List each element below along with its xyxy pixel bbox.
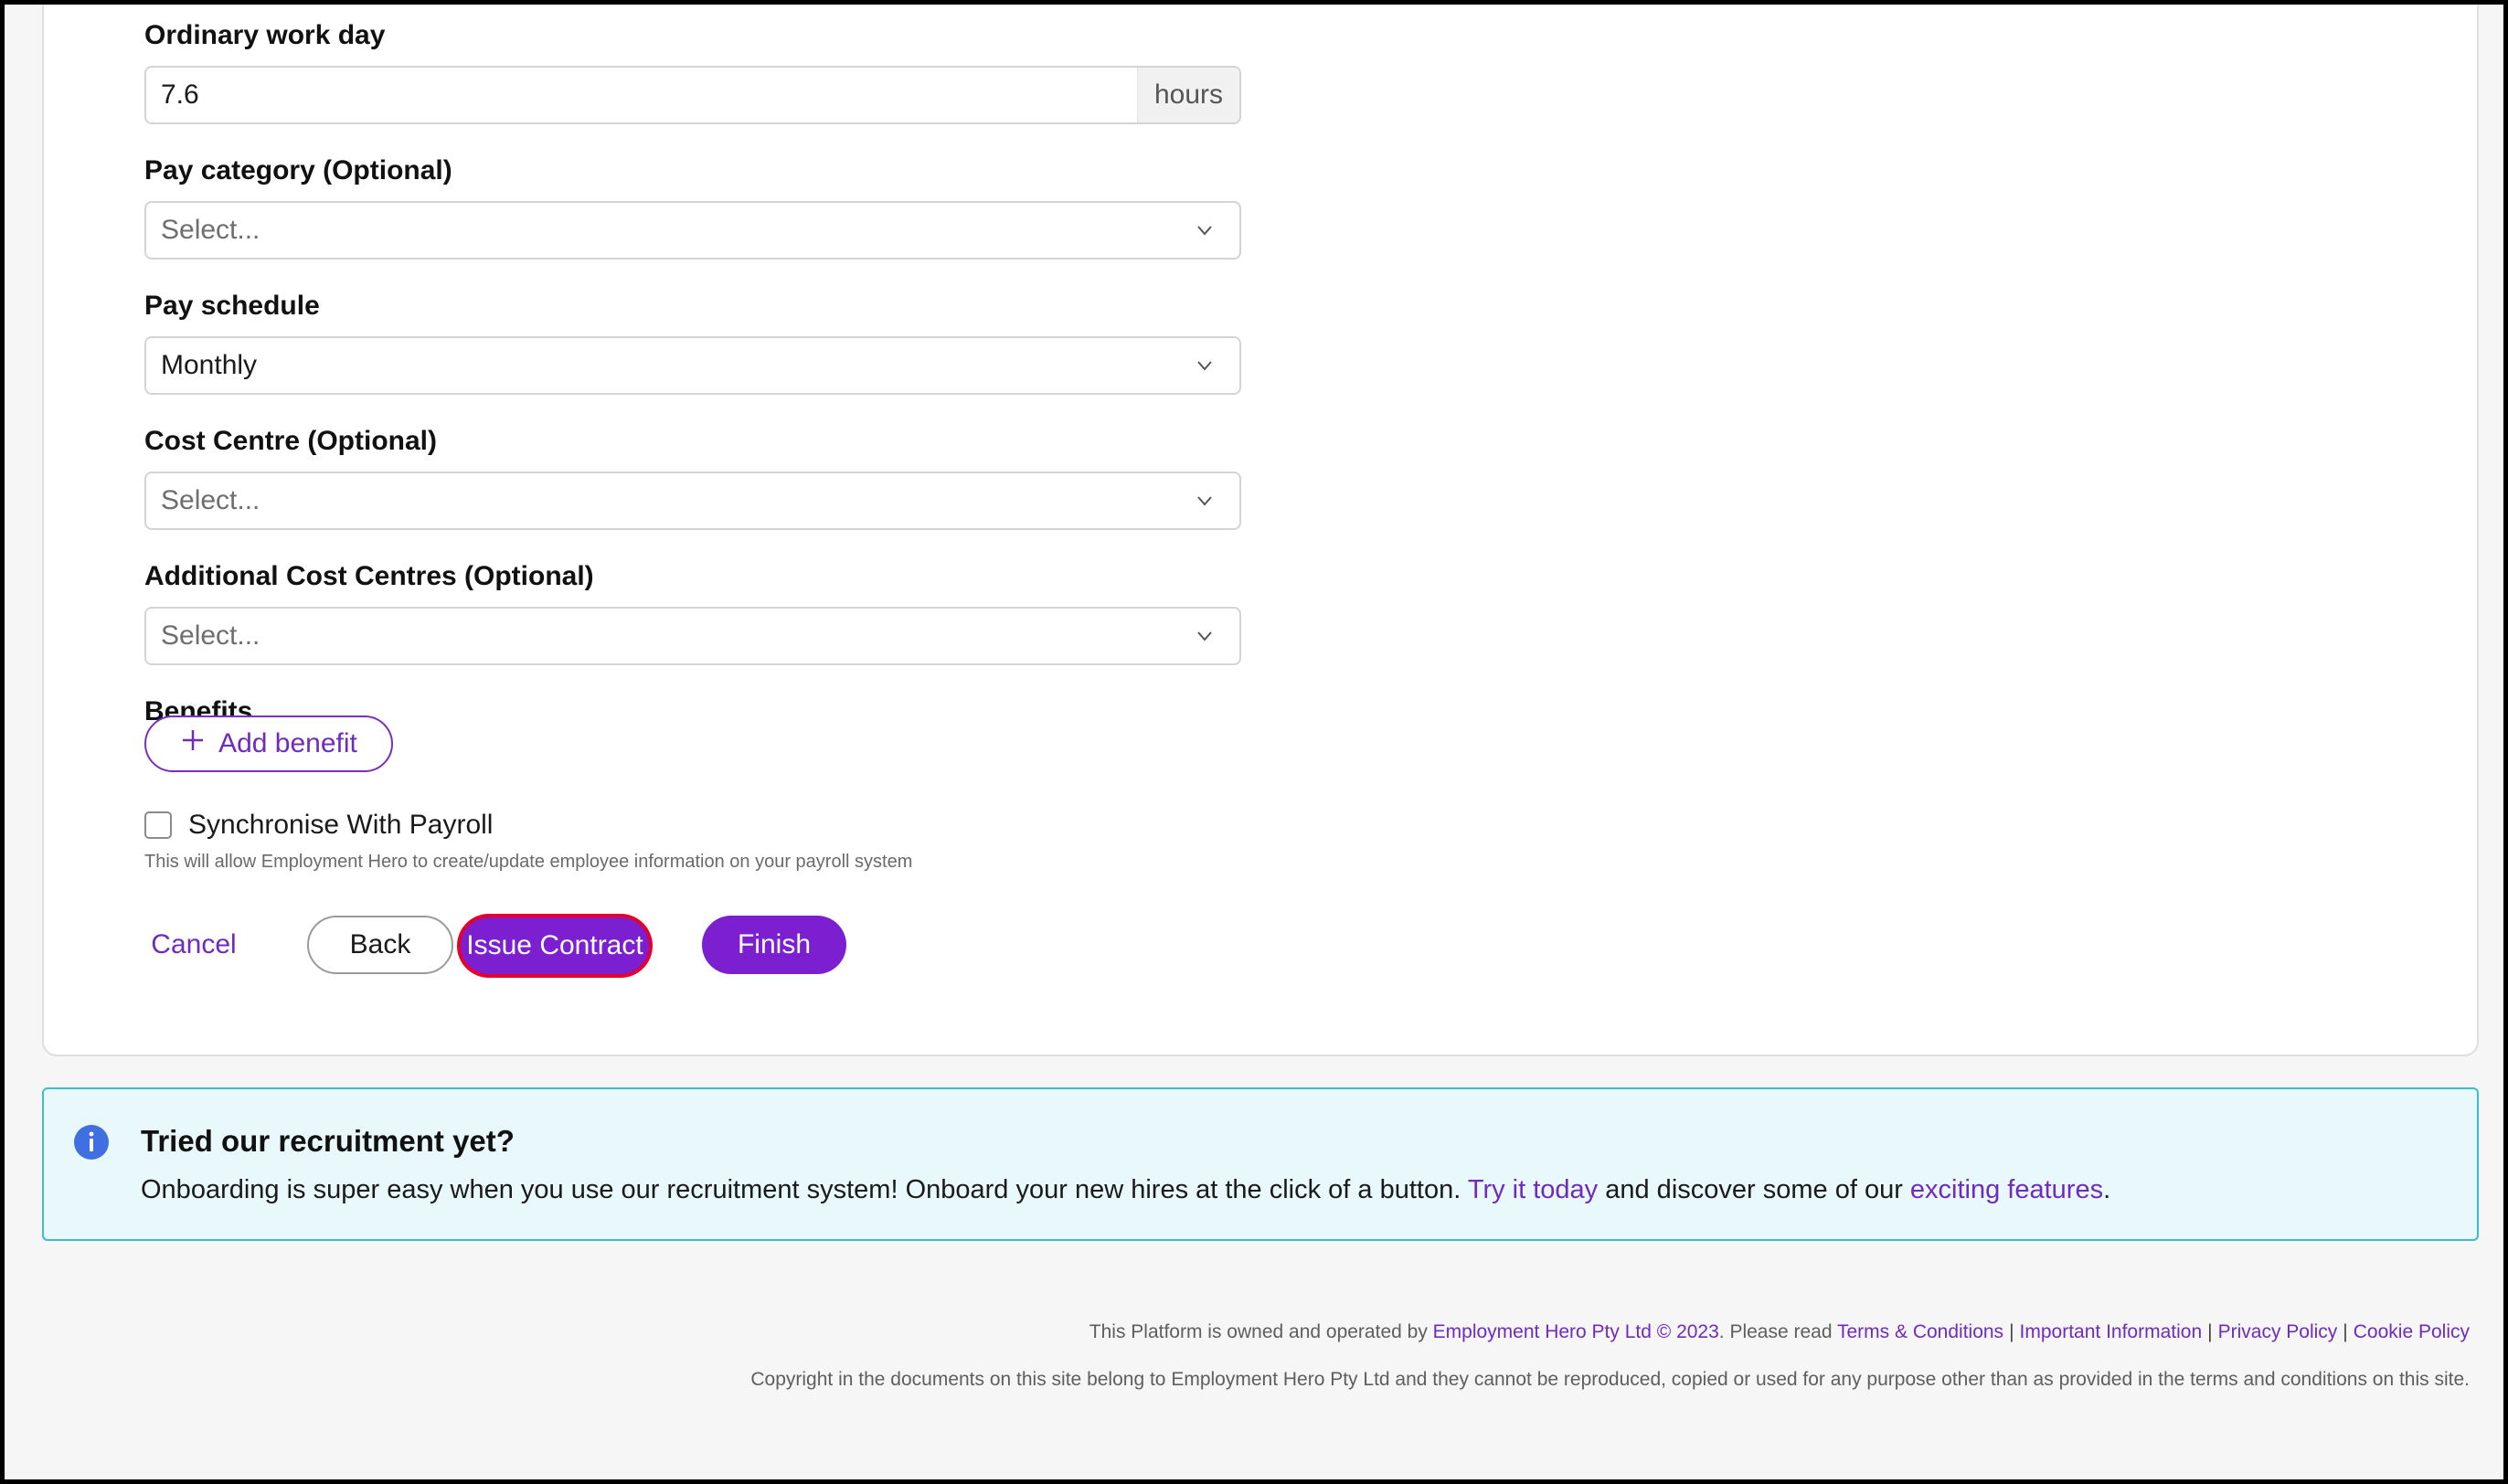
footer-read-text: . Please read <box>1718 1321 1837 1342</box>
add-benefit-label: Add benefit <box>218 728 357 758</box>
pay-schedule-value: Monthly <box>161 350 258 380</box>
plus-icon <box>180 727 206 760</box>
synchronise-payroll-label[interactable]: Synchronise With Payroll <box>188 810 493 841</box>
pay-category-placeholder: Select... <box>161 215 260 245</box>
ordinary-work-day-input[interactable]: 7.6 hours <box>144 66 1241 124</box>
cost-centre-placeholder: Select... <box>161 485 260 515</box>
banner-text-part: Onboarding is super easy when you use ou… <box>141 1175 1468 1204</box>
recruitment-banner: Tried our recruitment yet? Onboarding is… <box>42 1087 2479 1241</box>
finish-button[interactable]: Finish <box>702 916 846 974</box>
additional-cost-centres-label: Additional Cost Centres (Optional) <box>144 561 594 591</box>
pay-category-select[interactable]: Select... <box>144 201 1241 260</box>
important-information-link[interactable]: Important Information <box>2020 1321 2203 1342</box>
add-benefit-button[interactable]: Add benefit <box>144 716 393 772</box>
banner-text-part: and discover some of our <box>1598 1175 1910 1204</box>
banner-title: Tried our recruitment yet? <box>141 1124 515 1158</box>
ordinary-work-day-value[interactable]: 7.6 <box>146 80 1137 111</box>
footer-separator: | <box>2343 1321 2348 1342</box>
cost-centre-select[interactable]: Select... <box>144 472 1241 530</box>
terms-conditions-link[interactable]: Terms & Conditions <box>1837 1321 2003 1342</box>
issue-contract-button[interactable]: Issue Contract <box>461 917 649 974</box>
privacy-policy-link[interactable]: Privacy Policy <box>2218 1321 2338 1342</box>
try-it-today-link[interactable]: Try it today <box>1468 1175 1598 1204</box>
footer-separator: | <box>2207 1321 2213 1342</box>
banner-text: Onboarding is super easy when you use ou… <box>141 1175 2110 1205</box>
cancel-button[interactable]: Cancel <box>144 916 243 974</box>
chevron-down-icon <box>1186 347 1223 384</box>
footer-separator: | <box>2009 1321 2014 1342</box>
chevron-down-icon <box>1186 482 1223 519</box>
footer-copyright: Copyright in the documents on this site … <box>750 1369 2470 1390</box>
pay-schedule-select[interactable]: Monthly <box>144 336 1241 395</box>
chevron-down-icon <box>1186 618 1223 654</box>
exciting-features-link[interactable]: exciting features <box>1910 1175 2103 1204</box>
chevron-down-icon <box>1186 212 1223 249</box>
synchronise-payroll-help: This will allow Employment Hero to creat… <box>144 852 913 872</box>
pay-category-label: Pay category (Optional) <box>144 155 452 186</box>
additional-cost-centres-select[interactable]: Select... <box>144 607 1241 665</box>
form-card: Ordinary work day 7.6 hours Pay category… <box>42 0 2479 1056</box>
hours-suffix: hours <box>1136 68 1239 122</box>
back-button[interactable]: Back <box>307 916 453 974</box>
pay-schedule-label: Pay schedule <box>144 291 320 321</box>
employment-hero-link[interactable]: Employment Hero Pty Ltd © 2023 <box>1433 1321 1719 1342</box>
cost-centre-label: Cost Centre (Optional) <box>144 426 437 456</box>
cookie-policy-link[interactable]: Cookie Policy <box>2354 1321 2470 1342</box>
ordinary-work-day-label: Ordinary work day <box>144 20 386 50</box>
footer-owned-text: This Platform is owned and operated by <box>1089 1321 1433 1342</box>
footer-legal-links: This Platform is owned and operated by E… <box>1089 1321 2470 1343</box>
banner-text-part: . <box>2103 1175 2111 1204</box>
synchronise-payroll-checkbox[interactable] <box>144 811 172 839</box>
additional-cost-centres-placeholder: Select... <box>161 620 260 651</box>
info-icon <box>73 1124 110 1161</box>
